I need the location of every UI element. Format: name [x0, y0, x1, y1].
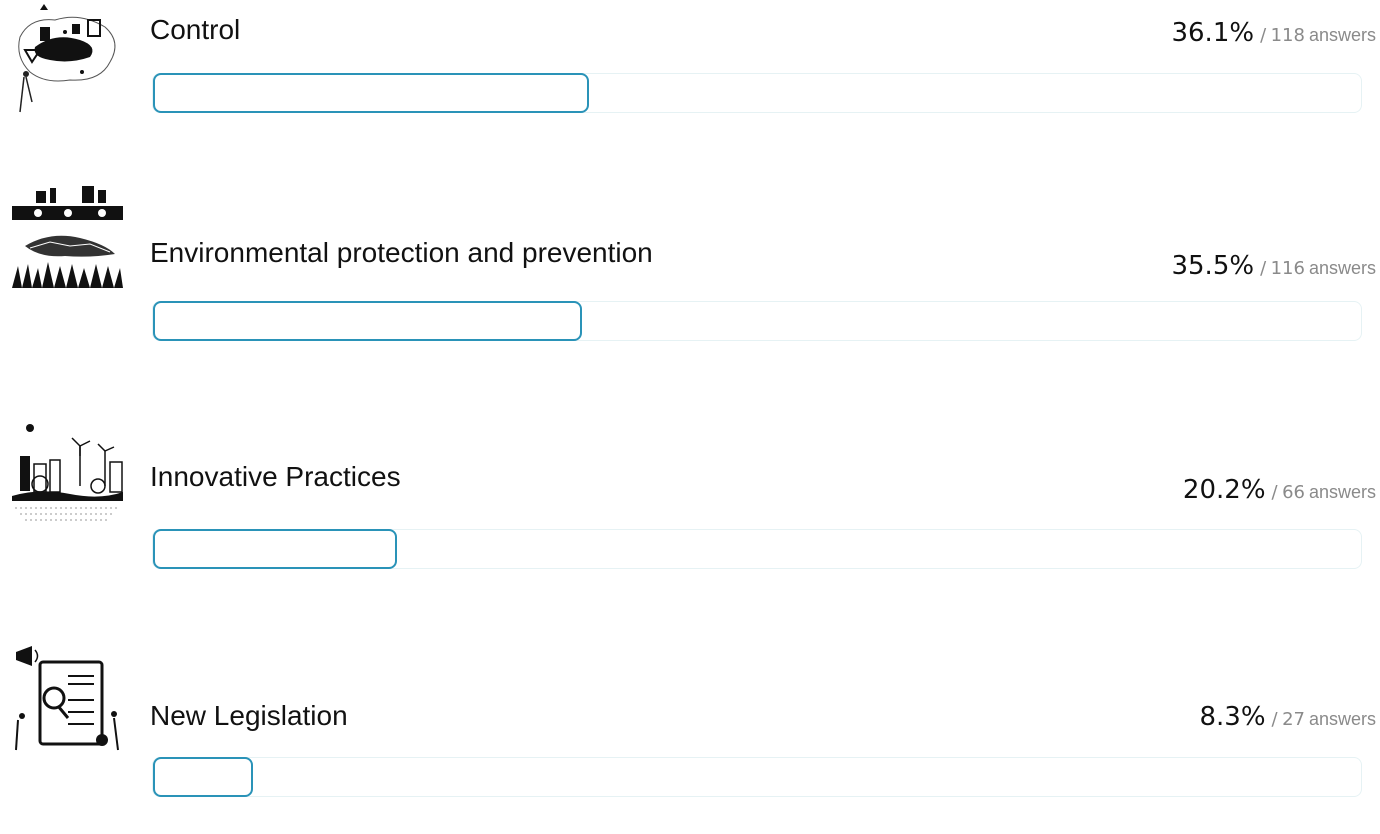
green-city-illustration	[10, 416, 125, 531]
percent-value: 35.5%	[1171, 251, 1255, 281]
answers-word: answers	[1308, 709, 1376, 729]
result-row-legislation: New Legislation 8.3%/ 27 answers	[0, 646, 1380, 834]
option-label: Environmental protection and prevention	[150, 237, 653, 268]
option-label: New Legislation	[150, 700, 348, 731]
progress-fill	[153, 529, 398, 569]
option-stats: 35.5%/ 116 answers	[1171, 249, 1376, 287]
separator: /	[1260, 258, 1267, 279]
answers-word: answers	[1308, 25, 1376, 45]
result-row-innovative: Innovative Practices 20.2%/ 66 answers	[0, 424, 1380, 606]
option-stats: 36.1%/ 118 answers	[1171, 16, 1376, 54]
progress-fill	[153, 73, 590, 113]
factory-ecosystem-illustration	[10, 176, 125, 291]
result-row-environmental: Environmental protection and prevention …	[0, 186, 1380, 378]
result-row-control: Control 36.1%/ 118 answers	[0, 0, 1380, 150]
separator: /	[1271, 709, 1278, 730]
progress-track	[152, 301, 1362, 341]
option-label: Innovative Practices	[150, 461, 401, 492]
percent-value: 8.3%	[1199, 702, 1266, 732]
option-stats: 8.3%/ 27 answers	[1199, 700, 1376, 738]
answer-count: 118	[1270, 25, 1305, 46]
progress-track	[152, 73, 1362, 113]
answer-count: 116	[1270, 258, 1305, 279]
option-stats: 20.2%/ 66 answers	[1183, 473, 1376, 511]
map-control-illustration	[10, 2, 125, 117]
answers-word: answers	[1308, 482, 1376, 502]
legislation-document-illustration	[10, 640, 125, 755]
option-label: Control	[150, 14, 241, 45]
answers-word: answers	[1308, 258, 1376, 278]
answer-count: 27	[1282, 709, 1305, 730]
separator: /	[1271, 482, 1278, 503]
progress-track	[152, 529, 1362, 569]
percent-value: 20.2%	[1182, 475, 1266, 505]
progress-track	[152, 757, 1362, 797]
percent-value: 36.1%	[1171, 18, 1255, 48]
separator: /	[1260, 25, 1267, 46]
answer-count: 66	[1282, 482, 1305, 503]
progress-fill	[153, 301, 582, 341]
progress-fill	[153, 757, 254, 797]
